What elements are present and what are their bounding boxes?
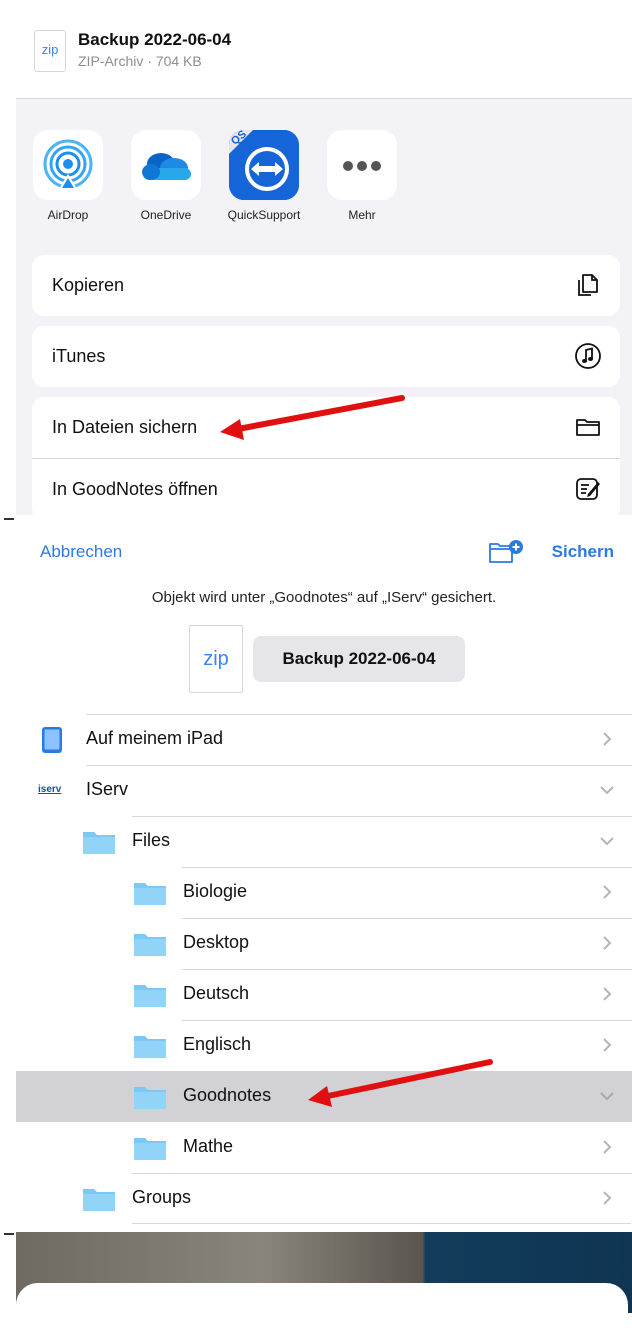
row-separator xyxy=(86,714,632,715)
location-label: Mathe xyxy=(183,1136,234,1156)
action-label: In GoodNotes öffnen xyxy=(52,479,218,499)
row-separator xyxy=(132,816,632,817)
background-card xyxy=(16,1283,628,1343)
folder-icon xyxy=(134,883,166,905)
file-name-field[interactable]: Backup 2022-06-04 xyxy=(253,636,465,682)
location-deutsch[interactable]: Deutsch xyxy=(16,969,632,1020)
folder-icon xyxy=(576,419,600,436)
chevron-right-icon xyxy=(603,1038,612,1052)
action-save-to-files[interactable]: In Dateien sichern xyxy=(32,397,620,458)
app-label: Mehr xyxy=(348,208,376,222)
chevron-right-icon xyxy=(603,1191,612,1205)
action-label: Kopieren xyxy=(52,275,125,295)
folder-icon xyxy=(134,1138,166,1160)
folder-icon xyxy=(134,1036,166,1058)
iserv-logo: iserv xyxy=(38,784,62,795)
location-label: Desktop xyxy=(183,932,250,952)
onedrive-cloud-icon xyxy=(131,130,201,200)
row-separator xyxy=(182,1020,632,1021)
folder-icon xyxy=(134,934,166,956)
app-quicksupport[interactable]: QS QuickSupport xyxy=(224,130,304,222)
action-copy[interactable]: Kopieren xyxy=(32,255,620,316)
location-groups[interactable]: Groups xyxy=(16,1173,632,1224)
copy-documents-icon xyxy=(578,274,598,296)
shared-file-subtitle: ZIP-Archiv · 704 KB xyxy=(78,53,202,69)
row-separator xyxy=(182,969,632,970)
location-label: Englisch xyxy=(183,1034,252,1054)
app-label: QuickSupport xyxy=(227,208,301,222)
chevron-right-icon xyxy=(603,1140,612,1154)
chevron-right-icon xyxy=(603,885,612,899)
chevron-down-icon xyxy=(600,1092,614,1101)
shared-file-title: Backup 2022-06-04 xyxy=(78,30,232,49)
row-separator xyxy=(86,765,632,766)
action-open-in-goodnotes[interactable]: In GoodNotes öffnen xyxy=(32,458,620,515)
action-label: iTunes xyxy=(52,346,106,366)
location-on-my-ipad[interactable]: Auf meinem iPad xyxy=(16,714,632,765)
action-group-apps: In Dateien sichern In GoodNotes öffnen xyxy=(32,397,620,515)
folder-icon xyxy=(83,1189,115,1211)
chevron-right-icon xyxy=(603,936,612,950)
new-folder-icon[interactable] xyxy=(488,539,524,565)
more-dots-icon xyxy=(327,130,397,200)
share-sheet: zip Backup 2022-06-04 ZIP-Archiv · 704 K… xyxy=(16,8,632,515)
location-biologie[interactable]: Biologie xyxy=(16,867,632,918)
location-label: Auf meinem iPad xyxy=(86,728,224,748)
location-label: Deutsch xyxy=(183,983,250,1003)
divider-mark xyxy=(4,1233,14,1235)
chevron-down-icon xyxy=(600,837,614,846)
row-separator xyxy=(182,918,632,919)
location-label: Files xyxy=(132,830,171,850)
location-label: Biologie xyxy=(183,881,248,901)
location-files[interactable]: Files xyxy=(16,816,632,867)
location-desktop[interactable]: Desktop xyxy=(16,918,632,969)
zip-file-icon: zip xyxy=(34,30,66,72)
location-englisch[interactable]: Englisch xyxy=(16,1020,632,1071)
zip-file-icon: zip xyxy=(189,625,243,693)
folder-icon xyxy=(134,985,166,1007)
share-header: zip Backup 2022-06-04 ZIP-Archiv · 704 K… xyxy=(16,8,632,99)
folder-icon xyxy=(134,1087,166,1109)
cancel-button[interactable]: Abbrechen xyxy=(40,542,122,562)
location-label: Goodnotes xyxy=(183,1085,272,1105)
divider-mark xyxy=(4,518,14,520)
music-note-icon xyxy=(575,343,601,369)
action-group-itunes: iTunes xyxy=(32,326,620,387)
location-iserv[interactable]: iserv IServ xyxy=(16,765,632,816)
chevron-down-icon xyxy=(600,786,614,795)
save-destination-info: Objekt wird unter „Goodnotes“ auf „IServ… xyxy=(151,589,497,606)
app-onedrive[interactable]: OneDrive xyxy=(126,130,206,222)
location-label: Groups xyxy=(132,1187,192,1207)
save-to-files-dialog: Abbrechen Sichern Objekt wird unter „Goo… xyxy=(16,519,632,1232)
row-separator xyxy=(132,1173,632,1174)
row-separator xyxy=(182,867,632,868)
row-separator xyxy=(132,1223,632,1224)
location-mathe[interactable]: Mathe xyxy=(16,1122,632,1173)
goodnotes-icon xyxy=(576,478,600,500)
location-goodnotes[interactable]: Goodnotes xyxy=(16,1071,632,1122)
app-label: AirDrop xyxy=(47,208,89,222)
save-button[interactable]: Sichern xyxy=(552,542,614,562)
chevron-right-icon xyxy=(603,732,612,746)
app-airdrop[interactable]: AirDrop xyxy=(28,130,108,222)
chevron-right-icon xyxy=(603,987,612,1001)
ipad-icon xyxy=(42,727,62,753)
folder-icon xyxy=(83,832,115,854)
airdrop-icon xyxy=(33,130,103,200)
action-itunes[interactable]: iTunes xyxy=(32,326,620,387)
app-more[interactable]: Mehr xyxy=(322,130,402,222)
teamviewer-quicksupport-icon: QS xyxy=(229,130,299,200)
app-label: OneDrive xyxy=(140,208,192,222)
location-label: IServ xyxy=(86,779,129,799)
action-label: In Dateien sichern xyxy=(52,417,198,437)
action-group-copy: Kopieren xyxy=(32,255,620,316)
